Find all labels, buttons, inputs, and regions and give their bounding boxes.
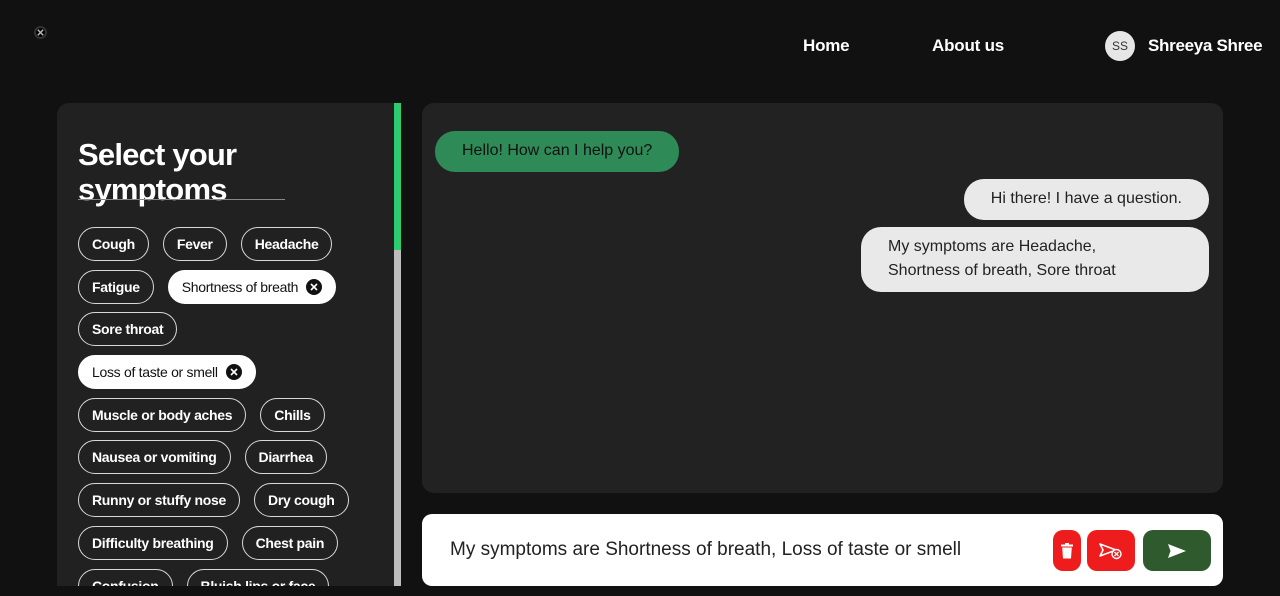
- user-name[interactable]: Shreeya Shree: [1148, 36, 1263, 56]
- remove-chip-icon[interactable]: [225, 364, 242, 381]
- user-message-bubble: Hi there! I have a question.: [963, 179, 1209, 220]
- send-button[interactable]: [1143, 530, 1211, 571]
- chat-panel: Hello! How can I help you? Hi there! I h…: [422, 103, 1223, 493]
- symptom-chip[interactable]: Confusion: [78, 568, 173, 587]
- symptom-chip-label: Loss of taste or smell: [92, 364, 218, 381]
- symptom-chip[interactable]: Loss of taste or smell: [78, 355, 256, 390]
- symptom-chip-list: Cough Fever Headache Fatigue Shortness of br…: [78, 227, 378, 586]
- send-icon: [1168, 543, 1186, 558]
- app-root: Home About us SS Shreeya Shree Select yo…: [0, 0, 1280, 596]
- symptom-chip-label: Diarrhea: [258, 449, 314, 466]
- delete-button[interactable]: [1053, 530, 1081, 571]
- trash-icon: [1061, 542, 1073, 558]
- avatar[interactable]: SS: [1105, 31, 1135, 61]
- symptom-chip[interactable]: Nausea or vomiting: [78, 440, 231, 475]
- panel-title-line-1: Select your: [78, 137, 237, 172]
- symptom-chip[interactable]: Chest pain: [241, 525, 339, 560]
- symptom-scrollbar[interactable]: [394, 103, 401, 586]
- close-circle-icon[interactable]: [34, 26, 47, 39]
- symptom-chip[interactable]: Muscle or body aches: [78, 397, 247, 432]
- symptom-chip[interactable]: Fatigue: [78, 269, 154, 304]
- symptom-chip-label: Fever: [176, 236, 213, 252]
- message-input[interactable]: [450, 536, 1006, 564]
- cancel-send-icon: [1099, 542, 1122, 559]
- symptom-chip-label: Sore throat: [92, 321, 164, 338]
- symptom-chip[interactable]: Sore throat: [78, 312, 178, 347]
- remove-chip-icon[interactable]: [306, 278, 323, 295]
- symptom-chip-row: Cough Fever Headache: [78, 227, 378, 261]
- symptom-chip[interactable]: Bluish lips or face: [186, 568, 330, 587]
- symptom-chip[interactable]: Cough: [78, 227, 149, 261]
- symptom-chip-label: Difficulty breathing: [92, 534, 214, 551]
- symptom-chip-label: Fatigue: [92, 278, 140, 295]
- panel-title-line-2: symptoms: [78, 172, 227, 207]
- symptom-chip[interactable]: Chills: [260, 397, 325, 432]
- symptom-chip-row: Fatigue Shortness of breath: [78, 269, 378, 304]
- user-message-line: My symptoms are Headache,: [888, 238, 1097, 255]
- symptom-chip[interactable]: Runny or stuffy nose: [78, 483, 241, 518]
- symptom-chip-label: Headache: [254, 236, 319, 252]
- nav-home-link[interactable]: Home: [803, 36, 850, 56]
- symptom-chip-label: Dry cough: [268, 492, 335, 509]
- user-message-line: Shortness of breath, Sore throat: [888, 262, 1116, 279]
- symptom-chip-row: Sore throat: [78, 312, 378, 347]
- symptom-chip-row: Runny or stuffy nose Dry cough: [78, 483, 378, 518]
- symptom-chip-row: Confusion Bluish lips or face: [78, 568, 378, 587]
- symptom-chip[interactable]: Dry cough: [254, 483, 349, 518]
- symptom-chip-row: Loss of taste or smell: [78, 355, 378, 390]
- message-input-bar: [422, 514, 1223, 586]
- symptom-chip-label: Muscle or body aches: [92, 406, 233, 423]
- symptom-chip-label: Nausea or vomiting: [92, 449, 217, 466]
- symptom-chip-label: Runny or stuffy nose: [92, 492, 227, 509]
- symptom-chip-label: Cough: [92, 236, 135, 252]
- bot-message-bubble: Hello! How can I help you?: [435, 131, 680, 172]
- symptom-chip-label: Shortness of breath: [181, 278, 299, 295]
- title-underline: [78, 199, 285, 200]
- symptom-chip-row: Muscle or body aches Chills: [78, 397, 378, 432]
- cancel-send-button[interactable]: [1087, 530, 1135, 571]
- nav-about-link[interactable]: About us: [932, 36, 1004, 56]
- symptom-panel: Select your symptoms Cough Fever Headache F…: [57, 103, 394, 586]
- symptom-chip[interactable]: Difficulty breathing: [78, 525, 228, 560]
- symptom-chip[interactable]: Fever: [162, 227, 227, 261]
- scrollbar-thumb[interactable]: [394, 103, 401, 250]
- symptom-chip-label: Chest pain: [255, 534, 325, 551]
- symptom-chip-row: Difficulty breathing Chest pain: [78, 525, 378, 560]
- panel-title: Select your symptoms: [78, 137, 237, 207]
- user-message-bubble: My symptoms are Headache, Shortness of b…: [861, 227, 1209, 292]
- symptom-chip-label: Chills: [274, 406, 311, 423]
- symptom-chip-label: Confusion: [92, 577, 159, 587]
- symptom-chip-row: Nausea or vomiting Diarrhea: [78, 440, 378, 475]
- symptom-chip-label: Bluish lips or face: [200, 577, 316, 587]
- symptom-chip[interactable]: Headache: [240, 227, 333, 261]
- symptom-chip[interactable]: Shortness of breath: [167, 269, 337, 304]
- symptom-chip[interactable]: Diarrhea: [244, 440, 327, 475]
